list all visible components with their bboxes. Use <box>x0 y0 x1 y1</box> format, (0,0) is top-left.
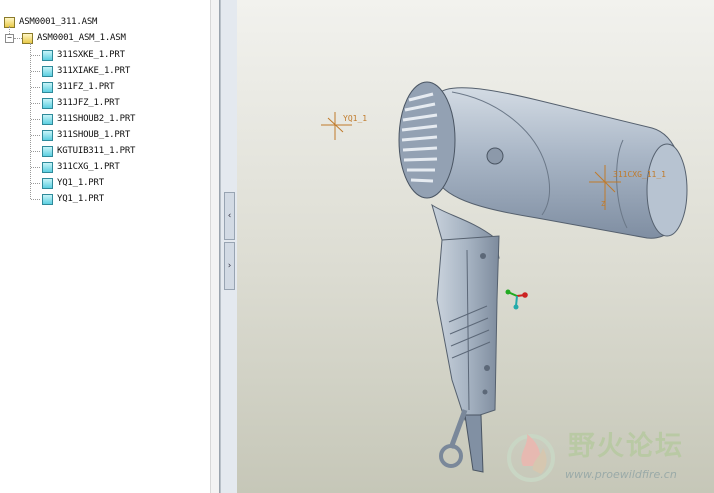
tree-node-part[interactable]: 311XIAKE_1.PRT <box>42 63 130 79</box>
part-icon <box>42 129 53 141</box>
expand-panel-button[interactable]: › <box>224 242 235 290</box>
tree-node-label: 311CXG_1.PRT <box>57 162 120 172</box>
model-canvas: YQ1_1 311CXG_11_1 Z <box>321 81 688 473</box>
nozzle-end <box>646 143 688 237</box>
part-icon <box>42 193 53 205</box>
datum-label-right: 311CXG_11_1 <box>613 170 666 179</box>
flame-logo-icon <box>507 434 555 482</box>
tree-node-part[interactable]: 311SHOUB2_1.PRT <box>42 111 135 127</box>
hair-dryer-model <box>398 81 688 473</box>
watermark-title: 野火论坛 <box>568 431 684 462</box>
datum-axis-label: Z <box>601 200 605 208</box>
tree-node-part[interactable]: 311SXKE_1.PRT <box>42 47 125 63</box>
datum-label-left: YQ1_1 <box>343 114 367 123</box>
part-icon <box>42 97 53 109</box>
tree-node-label: ASM0001_311.ASM <box>19 17 98 27</box>
assembly-icon <box>22 32 33 44</box>
tree-node-label: 311SXKE_1.PRT <box>57 50 125 60</box>
tree-node-label: 311FZ_1.PRT <box>57 82 115 92</box>
panel-splitter[interactable]: ‹ › <box>220 0 238 493</box>
collapse-panel-button[interactable]: ‹ <box>224 192 235 240</box>
tree-node-label: YQ1_1.PRT <box>57 194 104 204</box>
part-icon <box>42 161 53 173</box>
tree-node-part[interactable]: YQ1_1.PRT <box>42 175 104 191</box>
tree-node-label: 311SHOUB2_1.PRT <box>57 114 136 124</box>
switch-button <box>486 147 504 165</box>
part-icon <box>42 177 53 189</box>
forum-watermark: 野火论坛 www.proewildfire.cn <box>503 424 709 488</box>
part-icon <box>42 145 53 157</box>
tree-node-label: 311XIAKE_1.PRT <box>57 66 131 76</box>
tree-node-part[interactable]: 311FZ_1.PRT <box>42 79 115 95</box>
tree-node-root[interactable]: ASM0001_311.ASM <box>4 14 97 30</box>
tree-node-label: YQ1_1.PRT <box>57 178 104 188</box>
tree-node-label: ASM0001_ASM_1.ASM <box>37 33 126 43</box>
tree-node-part[interactable]: 311SHOUB_1.PRT <box>42 127 130 143</box>
part-icon <box>42 81 53 93</box>
tree-node-sub-assembly[interactable]: ASM0001_ASM_1.ASM <box>22 30 126 46</box>
tree-node-part[interactable]: 311JFZ_1.PRT <box>42 95 120 111</box>
part-icon <box>42 113 53 125</box>
hang-loop <box>439 444 463 468</box>
part-icon <box>42 49 53 61</box>
tree-node-label: 311JFZ_1.PRT <box>57 98 120 108</box>
orientation-triad <box>505 289 528 310</box>
tree-scrollbar[interactable] <box>210 0 219 493</box>
tree-node-part[interactable]: KGTUIB311_1.PRT <box>42 143 135 159</box>
part-icon <box>42 65 53 77</box>
tree-node-part[interactable]: YQ1_1.PRT <box>42 191 104 207</box>
model-tree: ASM0001_311.ASM − ASM0001_ASM_1.ASM 311S… <box>0 0 220 493</box>
tree-node-label: 311SHOUB_1.PRT <box>57 130 131 140</box>
watermark-url: www.proewildfire.cn <box>565 468 677 481</box>
tree-node-part[interactable]: 311CXG_1.PRT <box>42 159 120 175</box>
graphics-viewport[interactable]: YQ1_1 311CXG_11_1 Z <box>237 0 714 493</box>
collapse-toggle[interactable]: − <box>5 34 14 43</box>
tree-node-label: KGTUIB311_1.PRT <box>57 146 136 156</box>
